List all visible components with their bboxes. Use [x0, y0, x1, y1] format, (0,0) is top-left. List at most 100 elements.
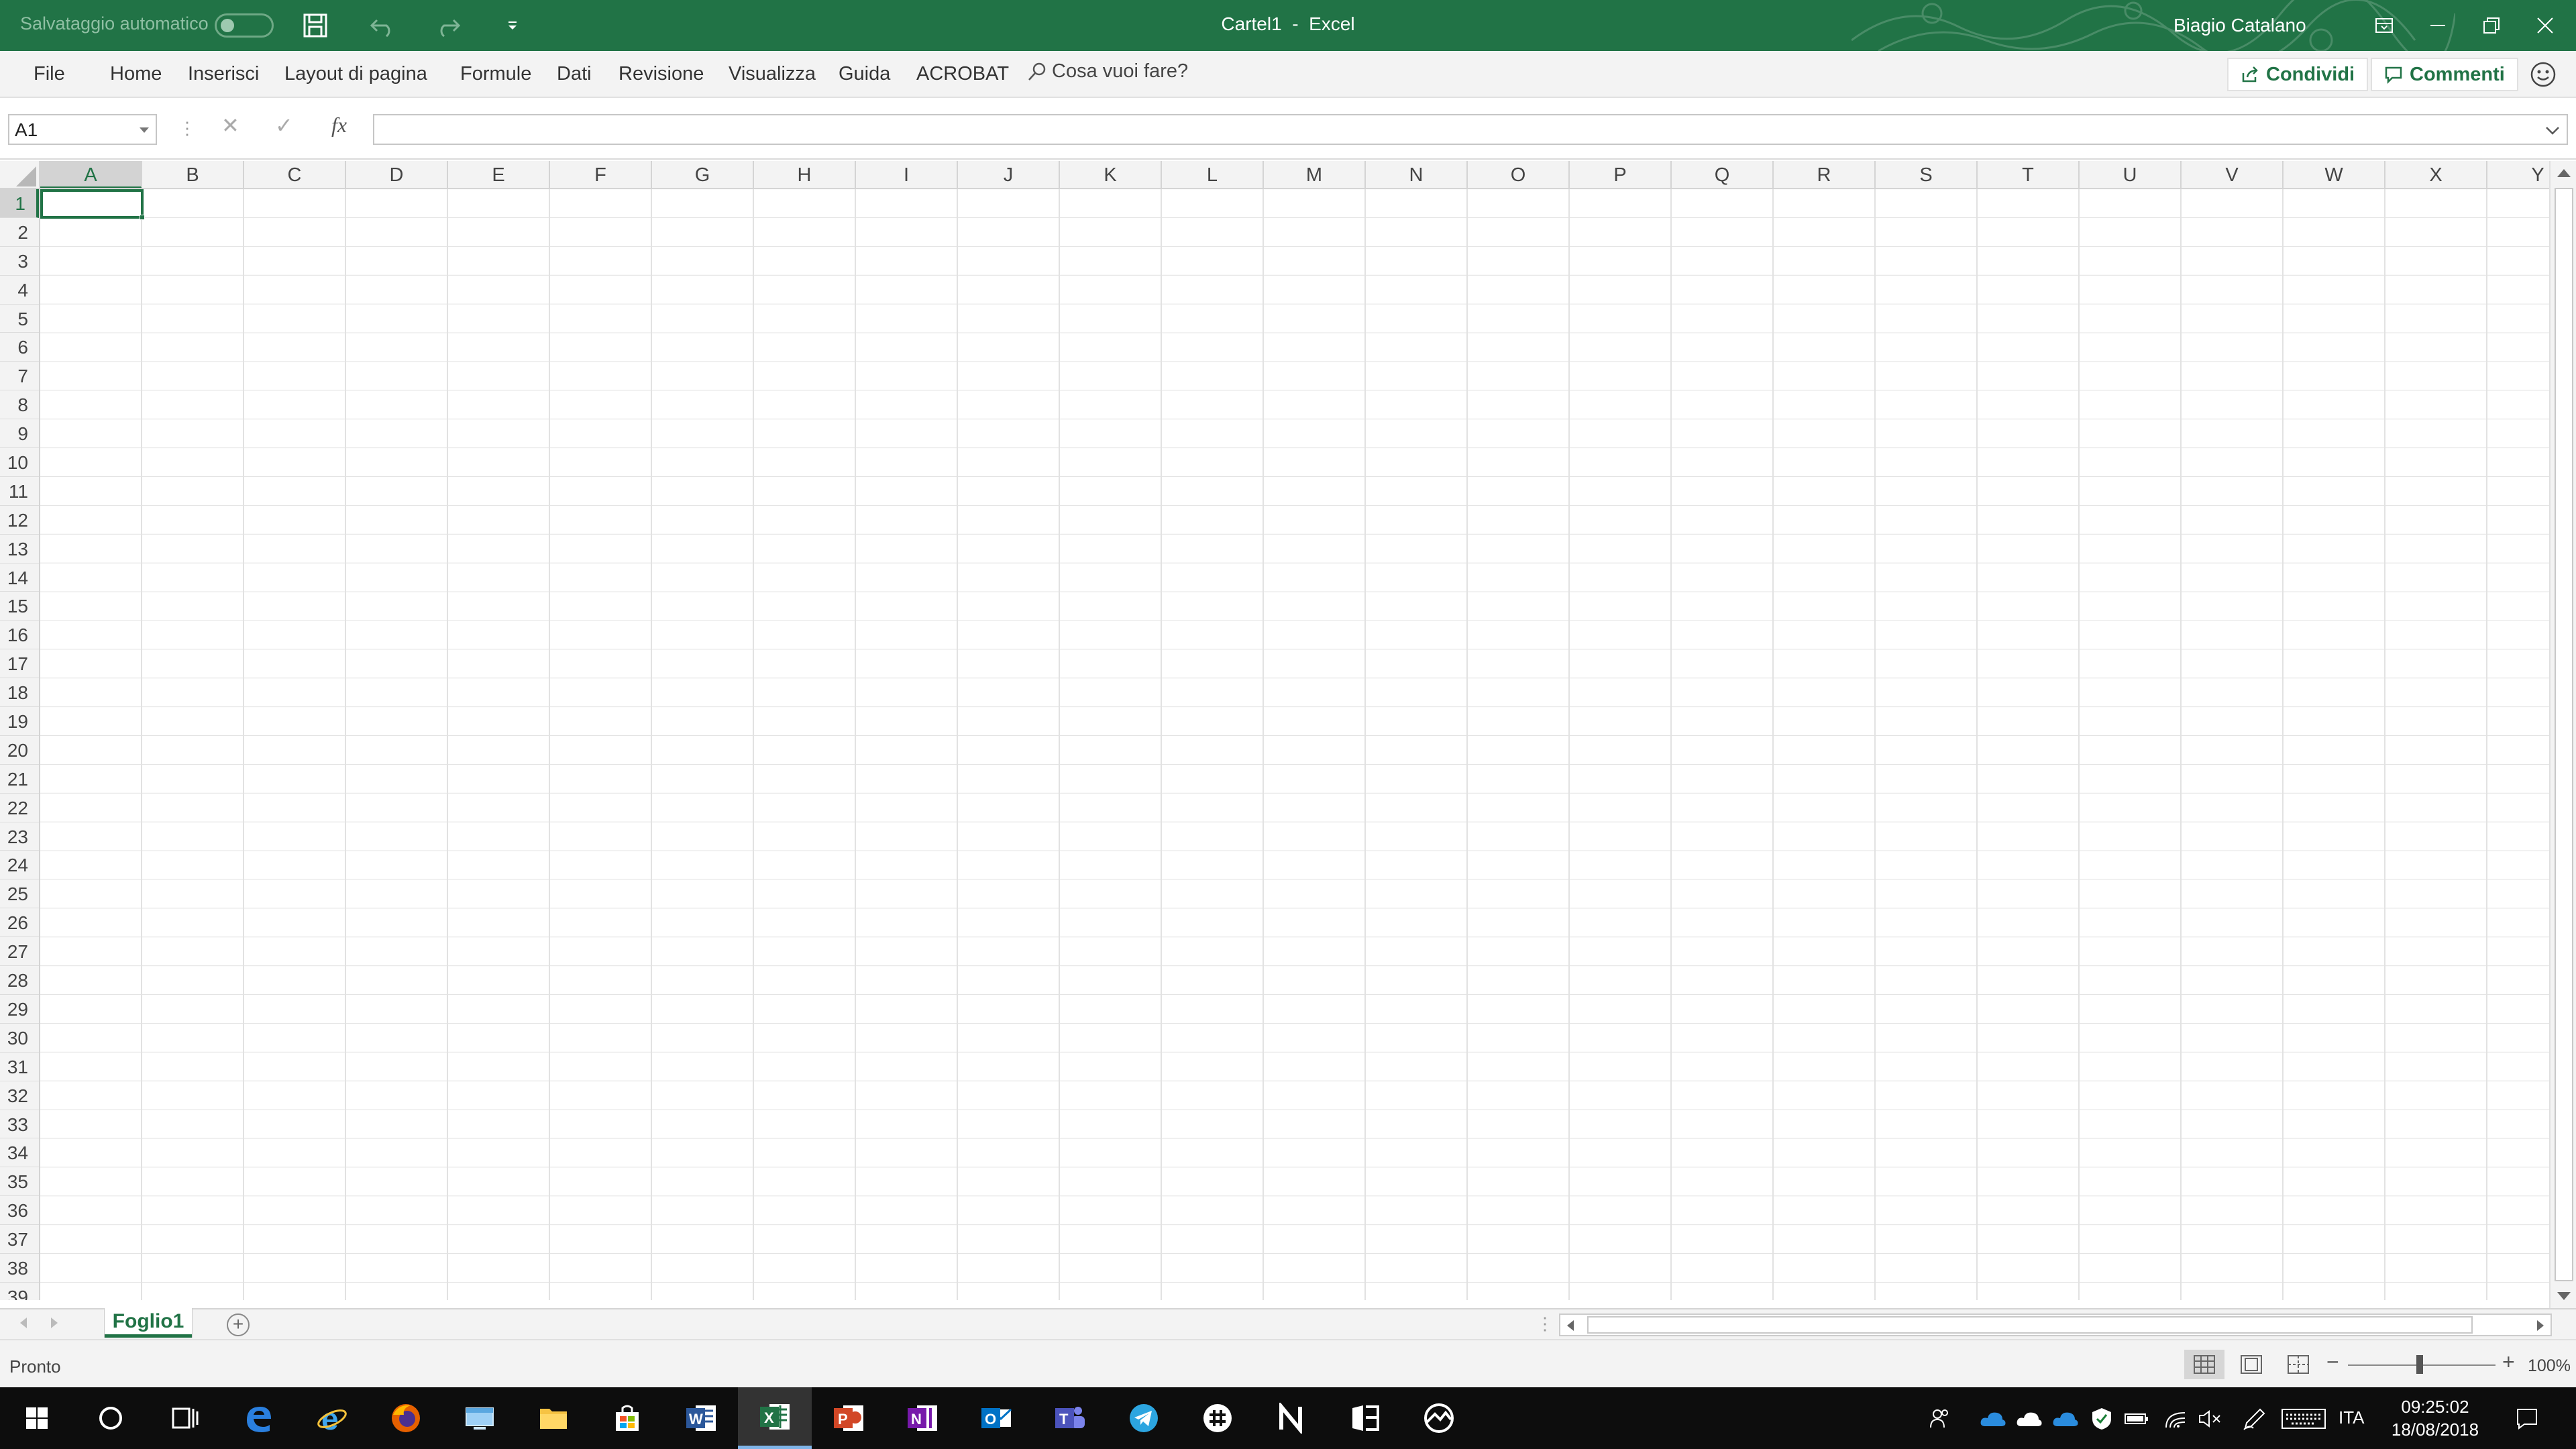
start-button-icon[interactable] [0, 1387, 74, 1449]
name-box-dropdown-icon[interactable] [140, 127, 149, 133]
row-header[interactable]: 4 [0, 276, 39, 305]
column-header[interactable]: J [958, 161, 1060, 188]
select-all-button[interactable] [0, 161, 40, 189]
row-header[interactable]: 34 [0, 1138, 39, 1168]
column-header[interactable]: K [1060, 161, 1162, 188]
row-header[interactable]: 9 [0, 419, 39, 449]
row-header[interactable]: 23 [0, 822, 39, 851]
horizontal-scroll-thumb[interactable] [1587, 1316, 2473, 1334]
page-break-view-icon[interactable] [2278, 1350, 2318, 1379]
row-header[interactable]: 17 [0, 649, 39, 679]
tab-home[interactable]: Home [110, 63, 162, 85]
word-icon[interactable]: W [664, 1387, 738, 1449]
powerpoint-icon[interactable]: P [812, 1387, 885, 1449]
row-header[interactable]: 26 [0, 908, 39, 938]
row-header[interactable]: 37 [0, 1225, 39, 1254]
pen-workspace-icon[interactable] [2241, 1405, 2269, 1433]
scroll-down-arrow-icon[interactable] [2557, 1292, 2571, 1300]
row-header[interactable]: 28 [0, 966, 39, 995]
tab-view[interactable]: Visualizza [729, 63, 816, 85]
ribbon-display-options-icon[interactable] [2357, 0, 2411, 51]
column-header[interactable]: S [1876, 161, 1978, 188]
vertical-scroll-thumb[interactable] [2555, 188, 2573, 1281]
row-header[interactable]: 24 [0, 851, 39, 880]
horizontal-scrollbar[interactable] [1559, 1313, 2552, 1336]
column-header[interactable]: I [856, 161, 958, 188]
row-header[interactable]: 22 [0, 794, 39, 822]
scroll-right-arrow-icon[interactable] [2537, 1320, 2544, 1331]
name-box[interactable]: A1 [8, 114, 157, 145]
minimize-icon[interactable] [2411, 0, 2465, 51]
row-header[interactable]: 30 [0, 1024, 39, 1053]
page-layout-view-icon[interactable] [2231, 1350, 2271, 1379]
insert-function-icon[interactable]: fx [331, 113, 347, 138]
tab-acrobat[interactable]: ACROBAT [916, 63, 1009, 85]
row-header[interactable]: 11 [0, 477, 39, 506]
tab-help[interactable]: Guida [839, 63, 890, 85]
column-header[interactable]: Y [2487, 161, 2549, 188]
battery-icon[interactable] [2123, 1405, 2151, 1433]
zoom-in-icon[interactable]: + [2502, 1350, 2515, 1375]
column-header[interactable]: T [1978, 161, 2080, 188]
autosave-toggle[interactable] [215, 13, 274, 38]
row-header[interactable]: 6 [0, 333, 39, 362]
cell-area[interactable] [40, 189, 2549, 1300]
input-language[interactable]: ITA [2339, 1407, 2365, 1428]
row-header[interactable]: 20 [0, 736, 39, 765]
customize-quick-access-icon[interactable] [495, 8, 530, 43]
onedrive-icon[interactable] [1979, 1405, 2007, 1433]
row-header[interactable]: 27 [0, 937, 39, 967]
internet-explorer-icon[interactable]: e [295, 1387, 369, 1449]
normal-view-icon[interactable] [2184, 1350, 2224, 1379]
confirm-entry-icon[interactable]: ✓ [275, 113, 293, 138]
save-icon[interactable] [298, 8, 333, 43]
people-icon[interactable] [1925, 1405, 1953, 1433]
sheet-tab-foglio1[interactable]: Foglio1 [105, 1308, 192, 1338]
excel-icon[interactable]: X [738, 1387, 812, 1449]
vertical-scrollbar[interactable] [2549, 161, 2576, 1309]
row-header[interactable]: 7 [0, 362, 39, 391]
row-header[interactable]: 10 [0, 448, 39, 477]
row-header[interactable]: 16 [0, 621, 39, 650]
column-header[interactable]: A [40, 161, 142, 188]
expand-formula-bar-icon[interactable] [2545, 126, 2560, 136]
row-header[interactable]: 25 [0, 879, 39, 909]
zoom-level[interactable]: 100% [2528, 1356, 2571, 1376]
tab-insert[interactable]: Inserisci [188, 63, 259, 85]
row-header[interactable]: 29 [0, 995, 39, 1024]
column-header[interactable]: D [346, 161, 448, 188]
tab-review[interactable]: Revisione [619, 63, 704, 85]
zoom-out-icon[interactable]: − [2326, 1350, 2339, 1375]
cancel-entry-icon[interactable]: ✕ [221, 113, 239, 138]
wifi-icon[interactable] [2161, 1405, 2190, 1433]
notion-icon[interactable] [1254, 1387, 1328, 1449]
row-header[interactable]: 8 [0, 390, 39, 420]
row-header[interactable]: 33 [0, 1110, 39, 1139]
prev-sheet-arrow-icon[interactable] [20, 1318, 27, 1328]
column-header[interactable]: C [244, 161, 346, 188]
undo-icon[interactable] [365, 8, 400, 43]
zoom-slider-thumb[interactable] [2416, 1355, 2423, 1374]
volume-muted-icon[interactable] [2196, 1405, 2224, 1433]
outlook-icon[interactable]: O [959, 1387, 1033, 1449]
column-header[interactable]: R [1774, 161, 1876, 188]
next-sheet-arrow-icon[interactable] [51, 1318, 58, 1328]
scroll-left-arrow-icon[interactable] [1567, 1320, 1574, 1331]
row-header[interactable]: 32 [0, 1081, 39, 1110]
formula-input[interactable] [373, 114, 2568, 145]
telegram-icon[interactable] [1107, 1387, 1181, 1449]
share-button[interactable]: Condividi [2227, 58, 2369, 91]
search-icon[interactable] [74, 1387, 148, 1449]
row-header[interactable]: 5 [0, 305, 39, 333]
formula-bar-resize-handle[interactable]: ⋮ [178, 118, 196, 139]
column-header[interactable]: B [142, 161, 244, 188]
tab-formulas[interactable]: Formule [460, 63, 531, 85]
row-header[interactable]: 31 [0, 1053, 39, 1081]
active-cell-a1[interactable] [40, 189, 145, 220]
row-header[interactable]: 15 [0, 592, 39, 621]
onedrive-personal-icon[interactable] [2015, 1405, 2043, 1433]
firefox-icon[interactable] [369, 1387, 443, 1449]
column-header[interactable]: M [1264, 161, 1366, 188]
column-header[interactable]: L [1162, 161, 1264, 188]
row-header[interactable]: 14 [0, 564, 39, 592]
